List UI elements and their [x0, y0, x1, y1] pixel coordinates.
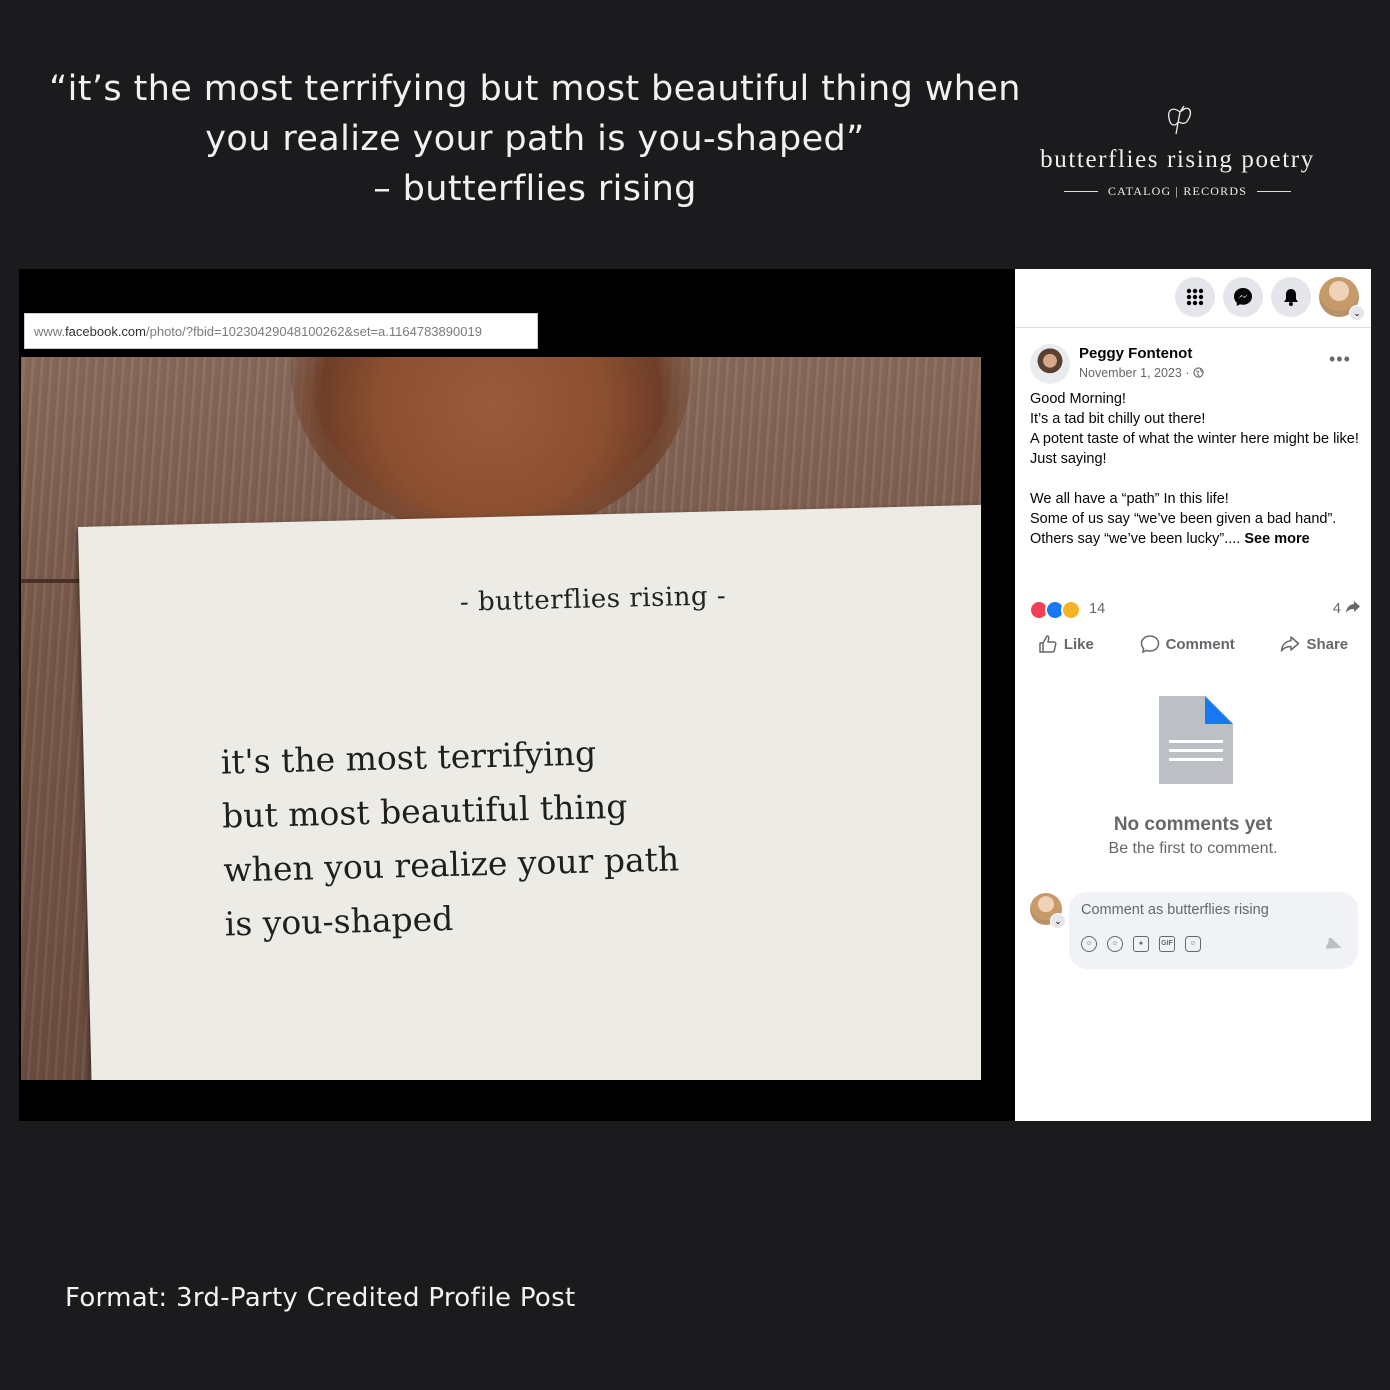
- brand-subtitle: CATALOG | RECORDS: [1107, 184, 1248, 198]
- menu-grid-icon[interactable]: [1175, 277, 1215, 317]
- top-nav-icons: ⌄: [1015, 269, 1371, 328]
- share-button[interactable]: Share: [1280, 634, 1348, 654]
- post-side-panel: ⌄ Peggy Fontenot November 1, 2023 · ••• …: [1015, 269, 1371, 1121]
- thumbs-up-icon: [1039, 635, 1057, 653]
- card-poem: it's the most terrifying but most beauti…: [220, 724, 681, 951]
- quote-line: you realize your path is you-shaped”: [205, 119, 865, 159]
- poem-line: when you realize your path: [222, 839, 680, 890]
- post-line: We all have a “path” In this life!: [1030, 491, 1229, 507]
- post-line: Others say “we’ve been lucky”....: [1030, 531, 1241, 547]
- send-icon[interactable]: [1326, 938, 1342, 952]
- share-count-row[interactable]: 4: [1333, 600, 1361, 617]
- post-line-last: Others say “we’ve been lucky”.... See mo…: [1030, 529, 1360, 549]
- gif-icon[interactable]: GIF: [1159, 936, 1175, 952]
- post-photo[interactable]: - butterflies rising - it's the most ter…: [21, 357, 981, 1080]
- divider: [1257, 191, 1292, 192]
- post-actions: Like Comment Share: [1015, 629, 1371, 659]
- see-more-link[interactable]: See more: [1244, 531, 1309, 547]
- share-icon: [1281, 636, 1300, 652]
- url-domain: facebook.com: [65, 324, 146, 339]
- document-icon: [1159, 696, 1233, 784]
- globe-icon: [1193, 367, 1204, 378]
- comment-button[interactable]: Comment: [1140, 634, 1235, 654]
- post-line: [1030, 469, 1360, 489]
- date-text: November 1, 2023: [1079, 366, 1182, 380]
- post-line: It’s a tad bit chilly out there!: [1030, 411, 1206, 427]
- address-bar[interactable]: www.facebook.com/photo/?fbid=10230429048…: [24, 313, 538, 349]
- post-line: Just saying!: [1030, 451, 1107, 467]
- comment-input[interactable]: Comment as butterflies rising ☺ ☺ ● GIF …: [1069, 892, 1358, 969]
- no-comments-subtitle: Be the first to comment.: [1108, 840, 1278, 857]
- share-arrow-icon: [1346, 601, 1360, 613]
- author-name[interactable]: Peggy Fontenot: [1079, 345, 1192, 362]
- share-label: Share: [1306, 635, 1349, 653]
- url-path: /photo/?fbid=10230429048100262&set=a.116…: [146, 324, 482, 339]
- comment-tools: ☺ ☺ ● GIF ☺: [1081, 936, 1201, 952]
- sticker-icon[interactable]: ☺: [1185, 936, 1201, 952]
- bell-icon[interactable]: [1271, 277, 1311, 317]
- wood-knot: [291, 357, 691, 537]
- quote-attribution: – butterflies rising: [373, 169, 697, 209]
- author-avatar[interactable]: [1030, 344, 1070, 384]
- comment-label: Comment: [1165, 635, 1235, 653]
- messenger-icon[interactable]: [1223, 277, 1263, 317]
- card-signature: - butterflies rising -: [459, 581, 727, 618]
- chevron-down-icon[interactable]: ⌄: [1349, 305, 1365, 321]
- camera-icon[interactable]: ●: [1133, 936, 1149, 952]
- format-label: Format: 3rd-Party Credited Profile Post: [65, 1283, 576, 1313]
- poetry-card: - butterflies rising - it's the most ter…: [78, 504, 981, 1080]
- poem-line: is you-shaped: [224, 898, 454, 944]
- chevron-down-icon[interactable]: ⌄: [1050, 913, 1066, 929]
- post-line: Good Morning!: [1030, 391, 1126, 407]
- post-date[interactable]: November 1, 2023 ·: [1079, 366, 1204, 380]
- post-line: A potent taste of what the winter here m…: [1030, 431, 1359, 447]
- like-button[interactable]: Like: [1038, 634, 1094, 654]
- post-text: Good Morning! It’s a tad bit chilly out …: [1030, 389, 1360, 549]
- emoji-icon[interactable]: ☺: [1107, 936, 1123, 952]
- comment-icon: [1140, 635, 1159, 654]
- care-reaction-icon: [1061, 600, 1081, 620]
- reaction-count[interactable]: 14: [1089, 601, 1105, 617]
- butterfly-icon: [1167, 105, 1191, 135]
- more-options-icon[interactable]: •••: [1329, 349, 1351, 370]
- url-prefix: www.: [34, 324, 66, 339]
- quote-block: “it’s the most terrifying but most beaut…: [30, 64, 1040, 214]
- facebook-screenshot: www.facebook.com/photo/?fbid=10230429048…: [19, 269, 1371, 1121]
- comment-placeholder: Comment as butterflies rising: [1081, 902, 1269, 918]
- brand-subtitle-row: CATALOG | RECORDS: [1010, 184, 1345, 199]
- share-count: 4: [1332, 601, 1341, 617]
- date-separator: ·: [1181, 366, 1193, 380]
- quote-line: “it’s the most terrifying but most beaut…: [49, 69, 1021, 109]
- brand-logo: butterflies rising poetry CATALOG | RECO…: [1010, 100, 1345, 199]
- brand-name: butterflies rising poetry: [1040, 146, 1315, 173]
- like-label: Like: [1063, 635, 1094, 653]
- divider: [1063, 191, 1098, 192]
- no-comments-title: No comments yet: [1113, 814, 1273, 835]
- avatar-sticker-icon[interactable]: ☺: [1081, 936, 1097, 952]
- post-line: Some of us say “we’ve been given a bad h…: [1030, 511, 1337, 527]
